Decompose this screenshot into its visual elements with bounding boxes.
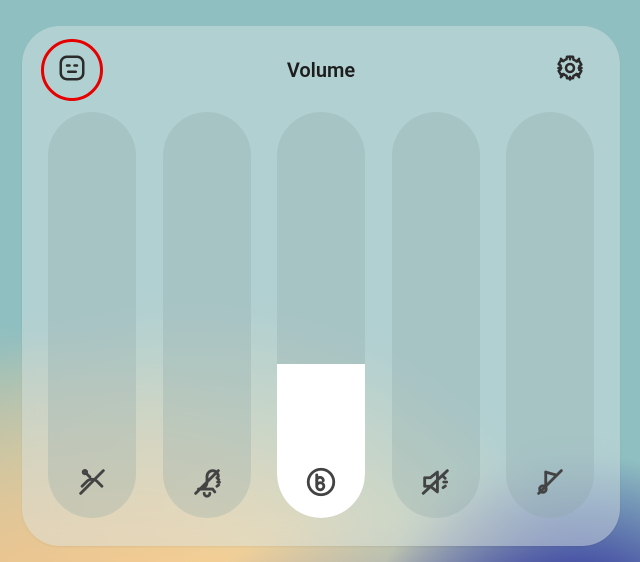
collapse-panel-icon <box>57 53 87 87</box>
notification-mute-icon <box>163 460 251 504</box>
media-slider[interactable] <box>392 112 480 518</box>
settings-gear-icon <box>555 53 585 87</box>
bixby-slider[interactable] <box>277 112 365 518</box>
settings-button[interactable] <box>552 52 588 88</box>
system-slider[interactable] <box>506 112 594 518</box>
volume-panel-header: Volume <box>48 52 594 88</box>
volume-sliders-row <box>48 112 594 518</box>
ringtone-mute-icon <box>48 460 136 504</box>
ringtone-slider[interactable] <box>48 112 136 518</box>
bixby-slider-fill <box>277 364 365 518</box>
panel-title: Volume <box>287 58 355 82</box>
collapse-button[interactable] <box>54 52 90 88</box>
notification-slider[interactable] <box>163 112 251 518</box>
system-mute-icon <box>506 460 594 504</box>
volume-panel: Volume <box>22 26 620 546</box>
media-mute-icon <box>392 460 480 504</box>
